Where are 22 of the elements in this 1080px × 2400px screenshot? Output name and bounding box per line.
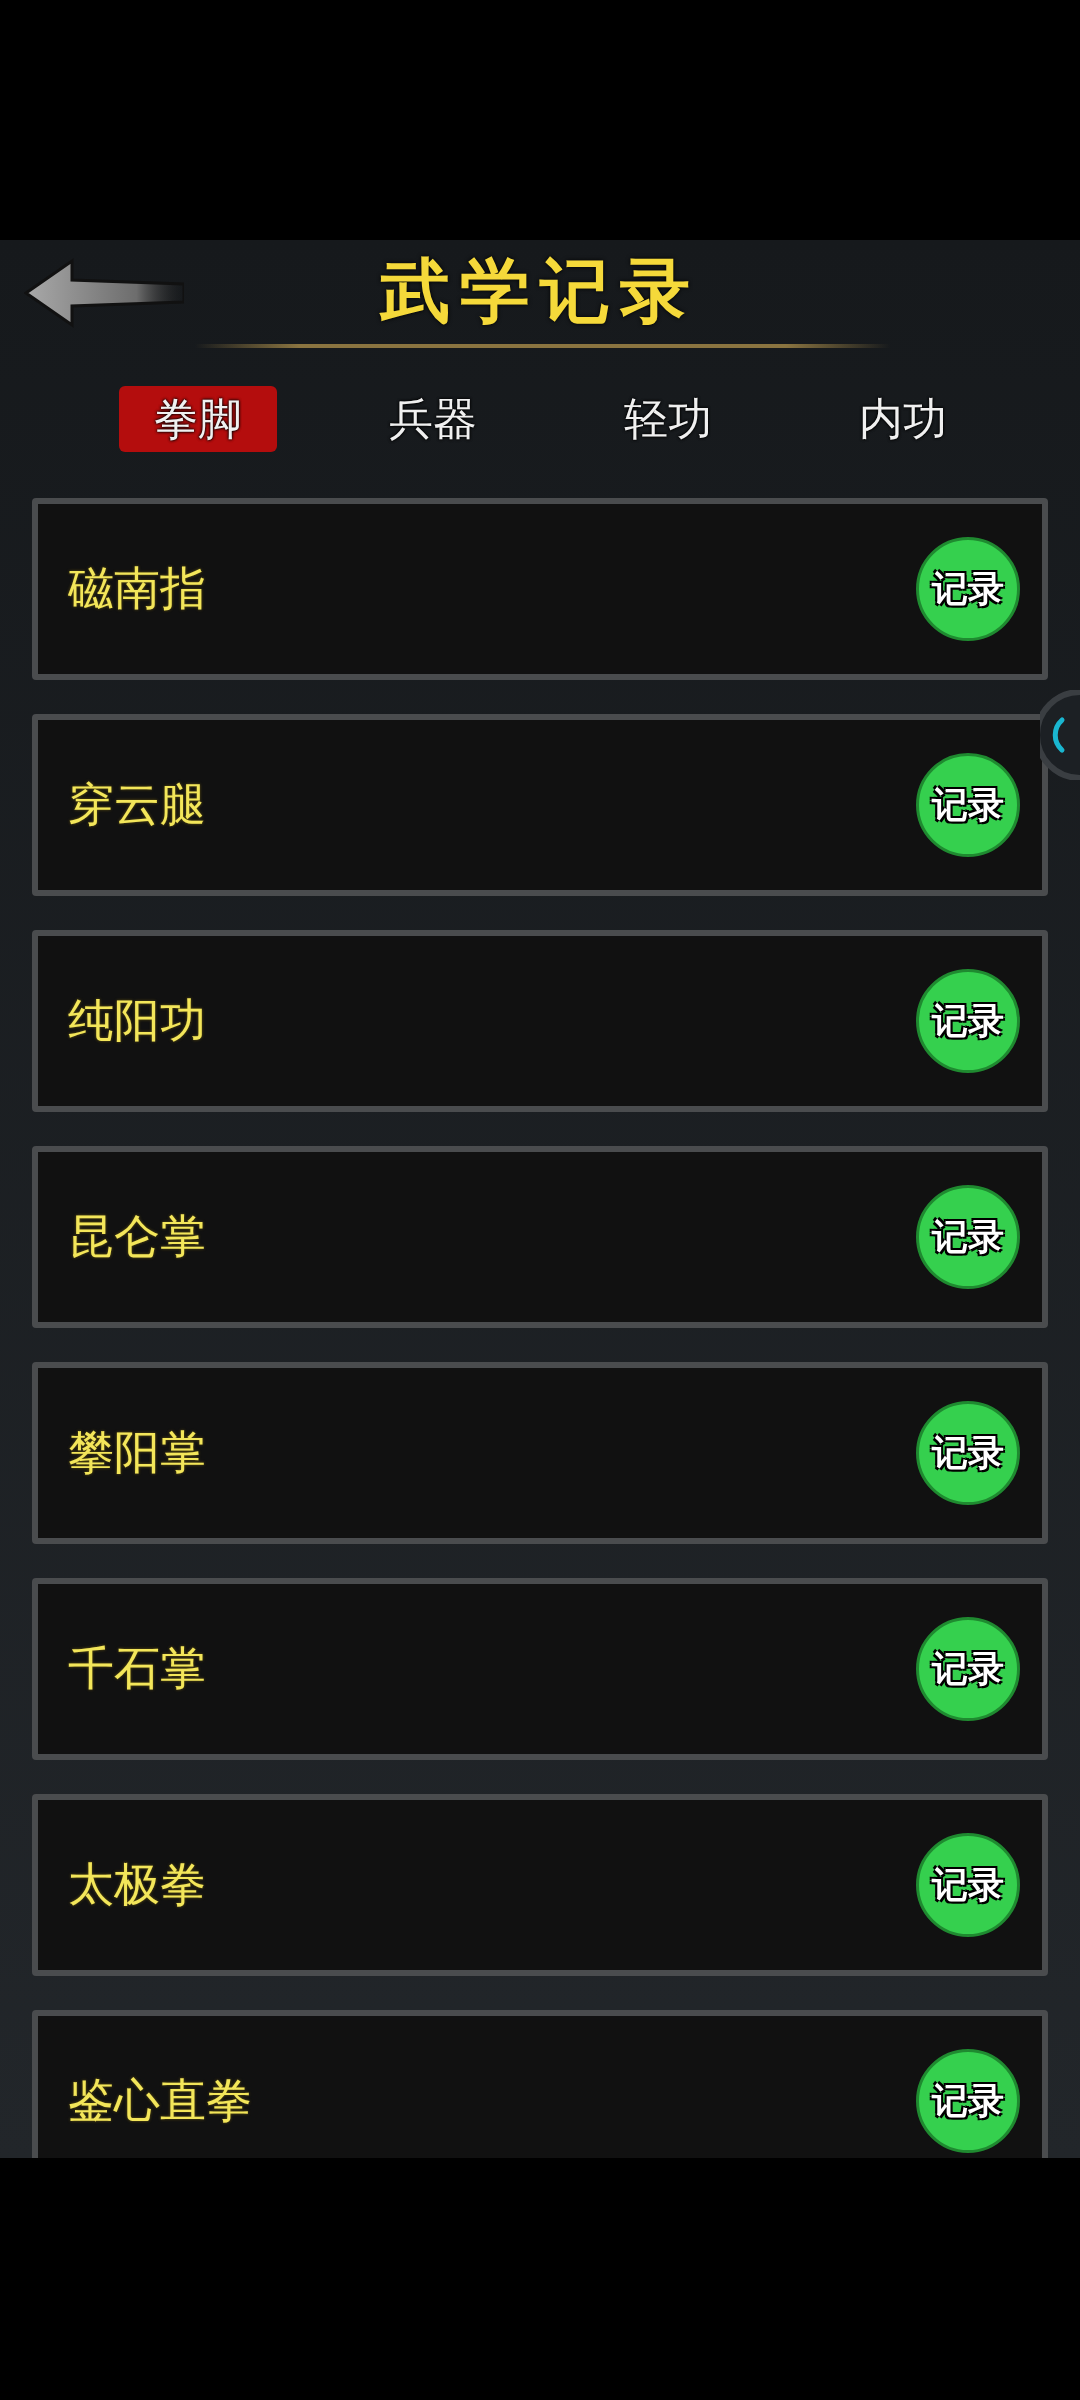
skill-name: 昆仑掌 xyxy=(68,1208,206,1265)
record-button[interactable]: 记录 xyxy=(916,753,1020,857)
record-button[interactable]: 记录 xyxy=(916,1617,1020,1721)
skill-name: 穿云腿 xyxy=(68,776,206,833)
skill-name: 太极拳 xyxy=(68,1856,206,1913)
category-tab[interactable]: 兵器 xyxy=(353,386,512,452)
page-title: 武学记录 xyxy=(380,248,700,334)
skill-name: 纯阳功 xyxy=(68,992,206,1049)
skill-name: 磁南指 xyxy=(68,560,206,617)
record-button[interactable]: 记录 xyxy=(916,1401,1020,1505)
record-button[interactable]: 记录 xyxy=(916,2049,1020,2153)
back-arrow-icon[interactable] xyxy=(24,258,184,328)
category-tab[interactable]: 轻功 xyxy=(588,386,747,452)
category-tab[interactable]: 内功 xyxy=(823,386,982,452)
skill-name: 攀阳掌 xyxy=(68,1424,206,1481)
skill-name: 鉴心直拳 xyxy=(68,2072,252,2129)
skill-name: 千石掌 xyxy=(68,1640,206,1697)
record-button[interactable]: 记录 xyxy=(916,1833,1020,1937)
record-button[interactable]: 记录 xyxy=(916,969,1020,1073)
category-tab[interactable]: 拳脚 xyxy=(118,386,277,452)
record-button[interactable]: 记录 xyxy=(916,1185,1020,1289)
record-button[interactable]: 记录 xyxy=(916,537,1020,641)
